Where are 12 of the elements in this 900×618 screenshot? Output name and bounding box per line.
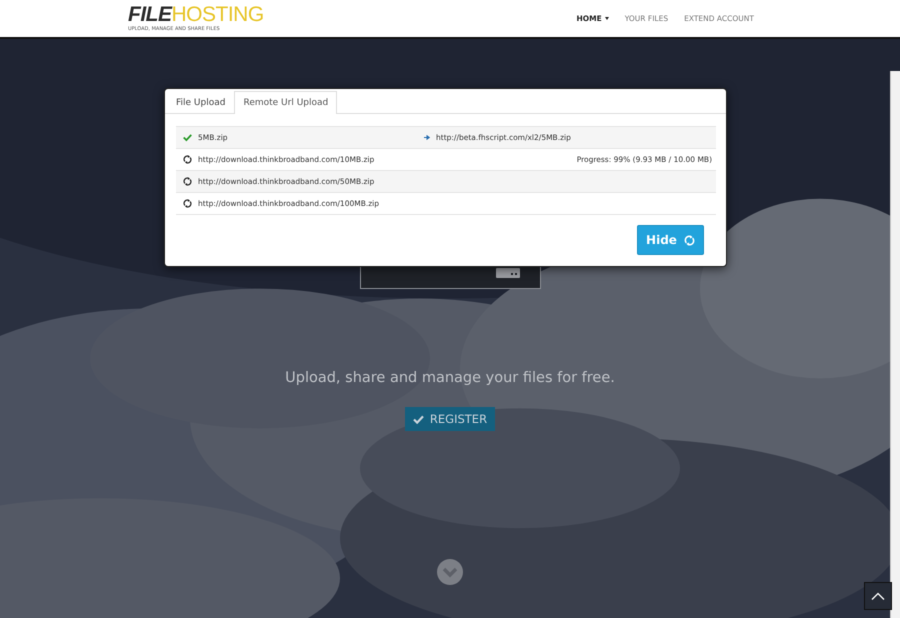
hero-tagline: Upload, share and manage your files for free. <box>285 370 615 386</box>
chevron-up-icon <box>871 592 885 600</box>
back-to-top-button[interactable] <box>864 582 892 610</box>
refresh-icon <box>684 234 695 246</box>
chevron-down-icon[interactable] <box>437 559 463 585</box>
check-icon <box>412 414 424 424</box>
logo-text: FILEHOSTING <box>128 3 264 26</box>
register-button[interactable]: REGISTER <box>404 407 496 431</box>
scrollbar[interactable] <box>890 71 900 618</box>
arrow-right-icon <box>424 135 430 140</box>
tab[interactable]: File Upload <box>167 91 234 113</box>
tab[interactable]: Remote Url Upload <box>234 91 338 114</box>
